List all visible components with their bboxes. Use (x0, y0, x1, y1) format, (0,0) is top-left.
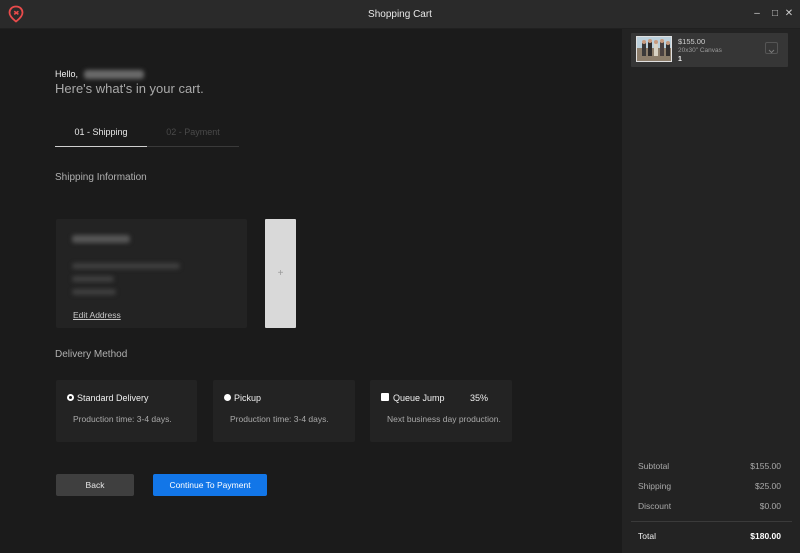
delivery-option-pickup[interactable]: Pickup Production time: 3-4 days. (213, 380, 355, 442)
shipping-information-heading: Shipping Information (55, 172, 147, 183)
greeting-hello: Hello, (55, 69, 144, 80)
summary-divider (631, 521, 792, 522)
cart-item: $155.00 20x30" Canvas 1 (631, 33, 788, 67)
summary-total-value: $180.00 (750, 531, 781, 541)
summary-total-row: Total $180.00 (638, 531, 781, 541)
greeting-subtitle: Here's what's in your cart. (55, 81, 204, 96)
tab-active-indicator (55, 146, 147, 147)
close-icon[interactable]: ✕ (781, 6, 797, 22)
tab-divider (147, 146, 239, 147)
cart-item-menu-button[interactable] (765, 42, 778, 54)
address-line-redacted (72, 276, 114, 282)
summary-subtotal-label: Subtotal (638, 461, 670, 471)
tab-shipping[interactable]: 01 - Shipping (55, 127, 147, 137)
address-line-redacted (72, 263, 180, 269)
product-photo-icon (637, 37, 671, 61)
address-name-redacted (72, 235, 130, 243)
greeting-hello-text: Hello, (55, 69, 79, 79)
customer-name-redacted (83, 70, 144, 80)
delivery-option-queue-jump[interactable]: Queue Jump 35% Next business day product… (370, 380, 512, 442)
title-bar: Shopping Cart – □ ✕ (0, 0, 800, 29)
delivery-option-label: Pickup (234, 393, 262, 403)
delivery-method-heading: Delivery Method (55, 349, 128, 360)
cart-item-description: 20x30" Canvas (678, 47, 722, 54)
cart-item-price: $155.00 (678, 37, 706, 46)
address-line-redacted (72, 289, 116, 295)
summary-discount-row: Discount $0.00 (638, 501, 781, 511)
delivery-option-standard[interactable]: Standard Delivery Production time: 3-4 d… (56, 380, 197, 442)
chevron-down-icon (768, 49, 775, 54)
edit-address-link[interactable]: Edit Address (73, 310, 121, 320)
delivery-option-description: Next business day production. (387, 414, 501, 424)
address-card[interactable]: Edit Address (56, 219, 247, 328)
radio-unselected-icon[interactable] (224, 394, 231, 401)
delivery-option-description: Production time: 3-4 days. (73, 414, 172, 424)
delivery-option-description: Production time: 3-4 days. (230, 414, 329, 424)
summary-shipping-row: Shipping $25.00 (638, 481, 781, 491)
cart-sidebar: $155.00 20x30" Canvas 1 Subtotal $155.00… (622, 29, 800, 553)
summary-total-label: Total (638, 531, 656, 541)
radio-selected-icon[interactable] (67, 394, 74, 401)
summary-discount-label: Discount (638, 501, 672, 511)
tab-payment[interactable]: 02 - Payment (147, 127, 239, 137)
cart-item-quantity: 1 (678, 56, 682, 63)
summary-shipping-value: $25.00 (755, 481, 781, 491)
add-address-button[interactable]: + (265, 219, 296, 328)
delivery-option-label: Standard Delivery (77, 393, 149, 403)
summary-subtotal-row: Subtotal $155.00 (638, 461, 781, 471)
summary-discount-value: $0.00 (759, 501, 781, 511)
checkbox-icon[interactable] (381, 393, 389, 401)
continue-to-payment-button[interactable]: Continue To Payment (153, 474, 267, 496)
delivery-option-label: Queue Jump (393, 393, 445, 403)
summary-subtotal-value: $155.00 (750, 461, 781, 471)
queue-jump-percent-badge: 35% (470, 393, 489, 403)
window-title: Shopping Cart (368, 9, 432, 20)
back-button[interactable]: Back (56, 474, 134, 496)
minimize-icon[interactable]: – (749, 6, 765, 22)
product-thumbnail (636, 36, 672, 62)
summary-shipping-label: Shipping (638, 481, 672, 491)
